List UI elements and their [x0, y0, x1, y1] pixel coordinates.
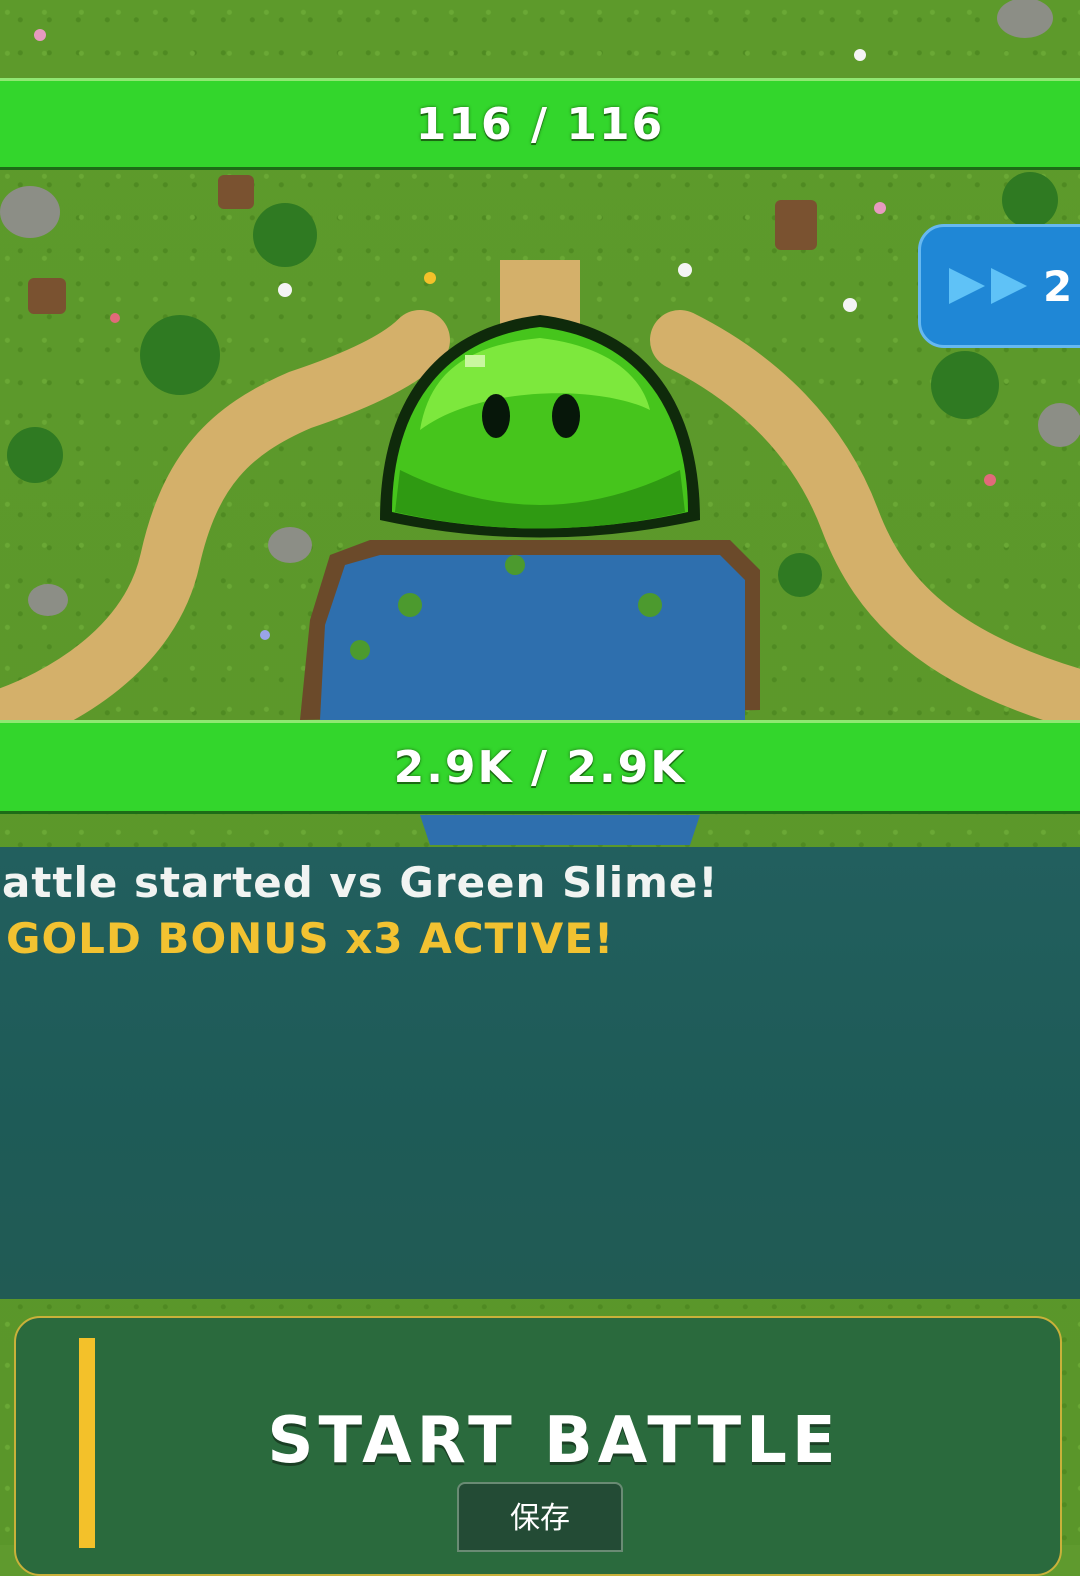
game-speed-button[interactable]: 2 [918, 224, 1080, 348]
player-hp-text: 116 / 116 [415, 98, 665, 150]
enemy-hp-bar: 2.9K / 2.9K [0, 720, 1080, 814]
player-hp-bar: 116 / 116 [0, 78, 1080, 170]
enemy-hp-text: 2.9K / 2.9K [393, 741, 687, 793]
battle-log-line: attle started vs Green Slime! [2, 858, 719, 907]
fast-forward-icon [949, 268, 1027, 304]
gold-bonus-log-line: GOLD BONUS x3 ACTIVE! [6, 914, 615, 963]
game-speed-label: 2 [1043, 261, 1073, 311]
start-battle-button[interactable]: START BATTLE [0, 1404, 1080, 1478]
save-button[interactable]: 保存 [457, 1482, 623, 1552]
